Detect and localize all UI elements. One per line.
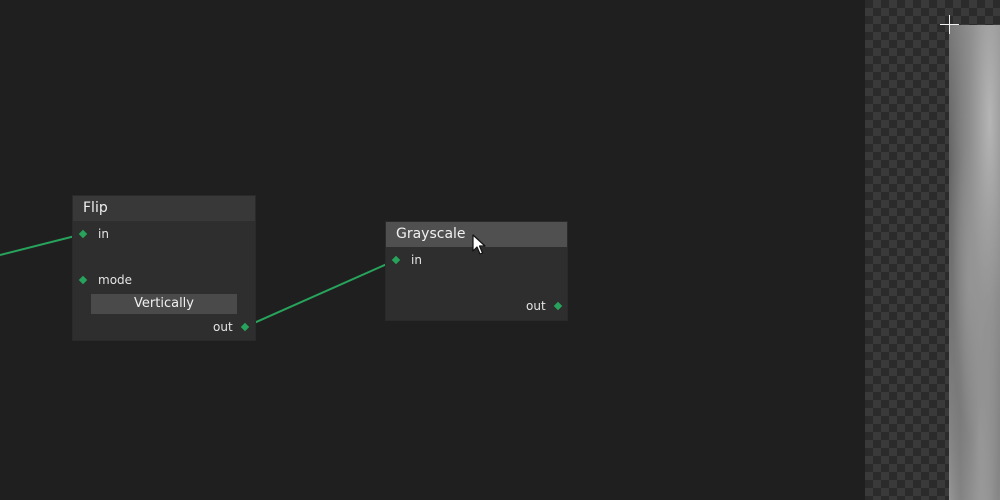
- flip-out-port[interactable]: [240, 322, 250, 332]
- grayscale-in-port[interactable]: [391, 255, 401, 265]
- flip-mode-select[interactable]: Vertically: [91, 294, 237, 314]
- wire-flip-out-to-grayscale-in: [244, 259, 397, 328]
- editor-stage: Flip in mode Vertically out Grayscale in…: [0, 0, 1000, 500]
- flip-out-label: out: [213, 320, 233, 334]
- grayscale-in-label: in: [411, 253, 422, 267]
- flip-mode-port[interactable]: [78, 275, 88, 285]
- preview-image: [949, 25, 1000, 500]
- flip-node[interactable]: Flip in mode Vertically out: [73, 196, 255, 340]
- crosshair-icon: [940, 15, 959, 34]
- grayscale-node-title[interactable]: Grayscale: [386, 222, 567, 247]
- node-graph-canvas[interactable]: Flip in mode Vertically out Grayscale in…: [0, 0, 865, 500]
- flip-mode-label: mode: [98, 273, 133, 287]
- grayscale-out-label: out: [526, 299, 546, 313]
- wire-incoming-to-flip-in: [0, 233, 84, 256]
- grayscale-out-port[interactable]: [553, 301, 563, 311]
- grayscale-node[interactable]: Grayscale in out: [386, 222, 567, 320]
- flip-node-title[interactable]: Flip: [73, 196, 255, 221]
- flip-in-port[interactable]: [78, 229, 88, 239]
- preview-panel[interactable]: [865, 0, 1000, 500]
- flip-in-label: in: [98, 227, 109, 241]
